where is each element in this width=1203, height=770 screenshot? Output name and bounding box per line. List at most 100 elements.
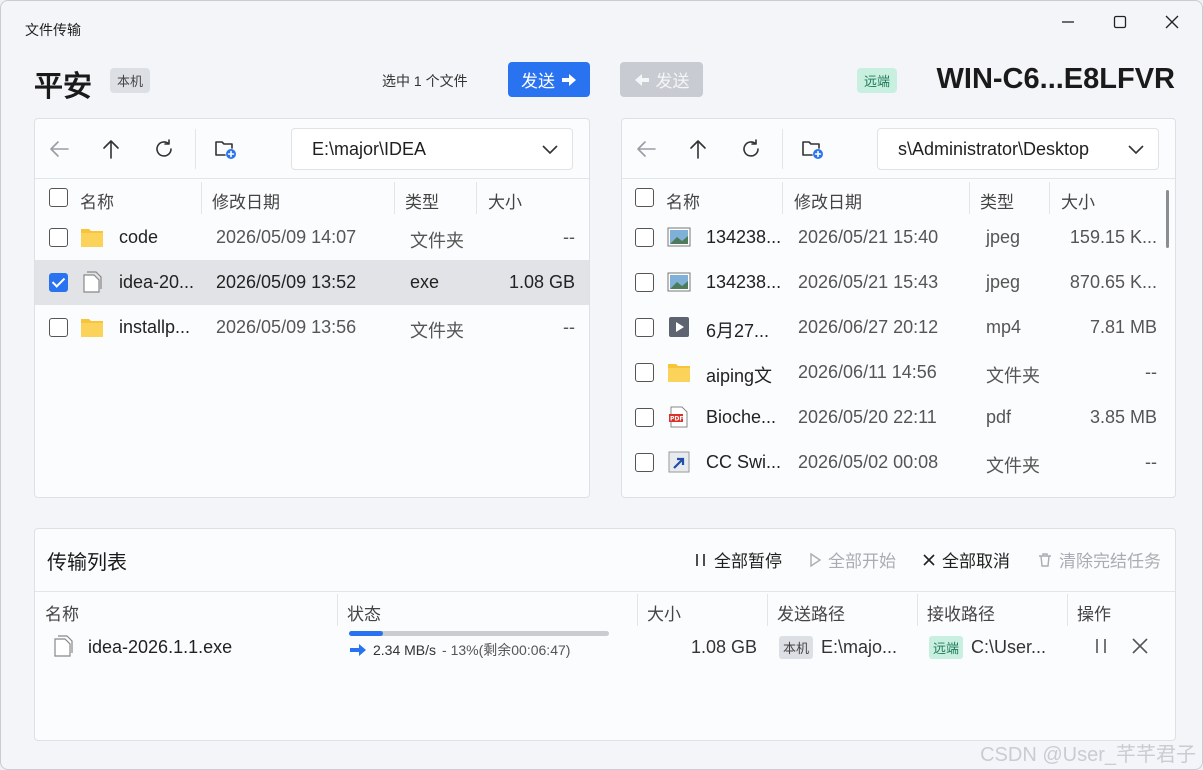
clear-finished-button[interactable]: 清除完结任务 <box>1037 547 1161 572</box>
cancel-all-button[interactable]: 全部取消 <box>922 547 1010 572</box>
row-checkbox[interactable] <box>49 318 68 337</box>
row-checkbox[interactable] <box>635 318 654 337</box>
row-checkbox[interactable] <box>635 273 654 292</box>
local-new-folder-button[interactable] <box>213 136 239 162</box>
clear-finished-label: 清除完结任务 <box>1059 552 1161 571</box>
image-icon <box>667 272 691 292</box>
remote-path-select[interactable]: s\Administrator\Desktop <box>877 128 1159 170</box>
row-checkbox[interactable] <box>49 273 68 292</box>
transfer-status: 2.34 MB/s - 13%(剩余00:06:47) <box>349 640 570 660</box>
local-up-button[interactable] <box>98 136 124 162</box>
arrow-right-icon <box>562 73 576 86</box>
recv-path-badge: 远端 <box>929 636 964 659</box>
file-size: -- <box>1145 362 1157 382</box>
file-type: jpeg <box>986 227 1021 247</box>
col-name[interactable]: 名称 <box>80 188 114 213</box>
folder-icon <box>81 319 103 337</box>
row-checkbox[interactable] <box>635 228 654 247</box>
transfer-progress-bar <box>349 631 609 636</box>
minimize-button[interactable] <box>1046 9 1090 35</box>
file-date: 2026/05/09 14:07 <box>216 227 357 247</box>
transfer-progress-fill <box>349 631 383 636</box>
trash-icon <box>1039 552 1051 567</box>
remote-file-panel: s\Administrator\Desktop 名称 修改日期 类型 大小 13… <box>621 118 1176 498</box>
selected-count: 选中 1 个文件 <box>382 73 468 89</box>
remote-file-row[interactable]: 6月27... 2026/06/27 20:12 mp4 7.81 MB <box>622 305 1175 350</box>
file-type: jpeg <box>986 272 1021 292</box>
tr-col-status: 状态 <box>347 605 381 624</box>
transfer-file-name: idea-2026.1.1.exe <box>88 637 233 657</box>
arrow-left-icon <box>634 73 649 86</box>
remote-back-button[interactable] <box>633 136 659 162</box>
file-name: aiping文 <box>706 366 773 386</box>
col-date[interactable]: 修改日期 <box>212 188 280 213</box>
remote-path-value: s\Administrator\Desktop <box>898 138 1090 159</box>
pause-all-button[interactable]: 全部暂停 <box>694 547 782 572</box>
file-icon <box>83 271 102 293</box>
file-type: mp4 <box>986 317 1022 337</box>
folder-icon <box>668 364 690 382</box>
send-back-button[interactable]: 发送 <box>620 62 703 97</box>
remote-select-all-checkbox[interactable] <box>635 188 654 207</box>
col-size[interactable]: 大小 <box>1061 188 1095 213</box>
remote-up-button[interactable] <box>685 136 711 162</box>
remote-file-row[interactable]: 134238... 2026/05/21 15:40 jpeg 159.15 K… <box>622 215 1175 260</box>
file-name: CC Swi... <box>706 452 782 472</box>
file-icon <box>54 635 73 657</box>
remote-file-row[interactable]: aiping文 2026/06/11 14:56 文件夹 -- <box>622 350 1175 395</box>
remote-file-row[interactable]: 134238... 2026/05/21 15:43 jpeg 870.65 K… <box>622 260 1175 305</box>
remote-new-folder-button[interactable] <box>800 136 826 162</box>
local-file-row[interactable]: installp... 2026/05/09 13:56 文件夹 -- <box>35 305 589 350</box>
title-bar: 文件传输 <box>1 1 1202 53</box>
transfer-speed: 2.34 MB/s <box>373 642 437 658</box>
local-path-select[interactable]: E:\major\IDEA <box>291 128 573 170</box>
row-checkbox[interactable] <box>635 453 654 472</box>
file-type: 文件夹 <box>410 231 464 251</box>
local-refresh-button[interactable] <box>151 136 177 162</box>
refresh-icon <box>743 139 759 157</box>
remote-host-name: WIN-C6...E8LFVR <box>936 63 1175 95</box>
file-type: 文件夹 <box>986 456 1040 476</box>
minimize-icon <box>1062 21 1074 23</box>
arrow-up-icon <box>103 140 119 159</box>
close-icon <box>923 553 935 566</box>
send-button[interactable]: 发送 <box>508 62 590 97</box>
col-type[interactable]: 类型 <box>405 188 439 213</box>
local-file-row[interactable]: code 2026/05/09 14:07 文件夹 -- <box>35 215 589 260</box>
file-date: 2026/06/11 14:56 <box>798 362 937 382</box>
col-date[interactable]: 修改日期 <box>794 188 862 213</box>
close-button[interactable] <box>1150 9 1194 35</box>
local-host-name: 平安 <box>34 71 93 103</box>
pause-icon[interactable] <box>1093 637 1109 655</box>
col-type[interactable]: 类型 <box>980 188 1014 213</box>
row-checkbox[interactable] <box>49 228 68 247</box>
watermark: CSDN @User_芊芊君子 <box>980 744 1196 766</box>
col-size[interactable]: 大小 <box>488 188 522 213</box>
col-name[interactable]: 名称 <box>666 188 700 213</box>
send-path-badge: 本机 <box>779 636 814 659</box>
transfer-column-header: 名称 状态 大小 发送路径 接收路径 操作 <box>35 591 1175 626</box>
local-path-value: E:\major\IDEA <box>312 138 427 159</box>
close-icon[interactable] <box>1131 637 1149 655</box>
row-checkbox[interactable] <box>635 363 654 382</box>
file-size: 1.08 GB <box>508 272 575 292</box>
file-name: 134238... <box>706 272 782 292</box>
video-icon <box>669 317 689 337</box>
local-file-row[interactable]: idea-20... 2026/05/09 13:52 exe 1.08 GB <box>35 260 589 305</box>
file-name: 134238... <box>706 227 782 247</box>
arrow-up-icon <box>690 140 706 159</box>
remote-file-row[interactable]: CC Swi... 2026/05/02 00:08 文件夹 -- <box>622 440 1175 485</box>
maximize-button[interactable] <box>1098 9 1142 35</box>
row-checkbox[interactable] <box>635 408 654 427</box>
remote-badge: 远端 <box>857 68 898 93</box>
start-all-button[interactable]: 全部开始 <box>808 547 896 572</box>
local-column-header: 名称 修改日期 类型 大小 <box>35 180 589 216</box>
start-all-label: 全部开始 <box>828 552 896 571</box>
local-select-all-checkbox[interactable] <box>49 188 68 207</box>
refresh-icon <box>156 139 172 157</box>
remote-refresh-button[interactable] <box>738 136 764 162</box>
remote-file-row[interactable]: PDF Bioche... 2026/05/20 22:11 pdf 3.85 … <box>622 395 1175 440</box>
local-back-button[interactable] <box>46 136 72 162</box>
file-date: 2026/05/20 22:11 <box>798 407 937 427</box>
send-label: 发送 <box>521 72 555 91</box>
